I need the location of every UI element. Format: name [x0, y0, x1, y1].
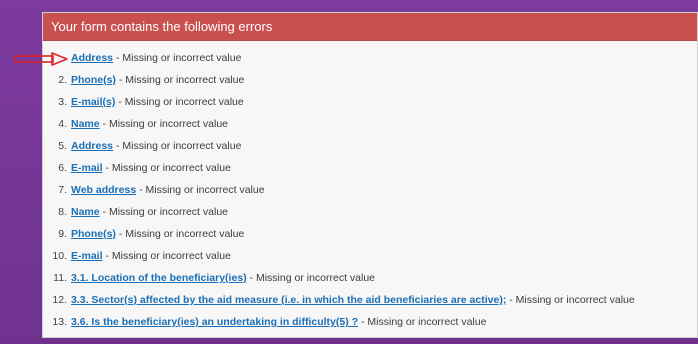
error-field-link[interactable]: Phone(s) — [71, 228, 116, 240]
list-item: 8. Name - Missing or incorrect value — [43, 203, 228, 221]
separator: - — [105, 162, 109, 174]
error-field-link[interactable]: Name — [71, 206, 100, 218]
error-message: Missing or incorrect value — [367, 316, 487, 328]
separator: - — [360, 316, 365, 328]
item-number: 11. — [53, 272, 67, 284]
separator: - — [102, 118, 107, 130]
separator: - — [139, 184, 143, 196]
error-message: Missing or incorrect value — [108, 206, 228, 218]
separator: - — [115, 52, 120, 64]
list-item: 7. Web address - Missing or incorrect val… — [43, 181, 265, 199]
error-message: Missing or incorrect value — [122, 52, 242, 64]
list-item: 3. E-mail(s) - Missing or incorrect value — [43, 93, 244, 111]
item-number: 13. — [52, 316, 67, 328]
error-field-link[interactable]: 3.6. Is the beneficiary(ies) an undertak… — [71, 316, 358, 328]
error-message: Missing or incorrect value — [108, 118, 228, 130]
error-field-link[interactable]: E-mail(s) — [71, 96, 115, 108]
error-message: Missing or incorrect value — [145, 184, 265, 196]
error-message: Missing or incorrect value — [122, 140, 242, 152]
item-number: 3. — [58, 96, 67, 108]
list-item: 2. Phone(s) - Missing or incorrect value — [43, 71, 244, 89]
error-summary-panel: Your form contains the following errors … — [42, 12, 698, 338]
separator: - — [118, 228, 123, 240]
background-frame: Your form contains the following errors … — [0, 0, 698, 344]
item-number: 8. — [58, 206, 67, 218]
error-field-link[interactable]: E-mail — [71, 250, 103, 262]
error-message: Missing or incorrect value — [255, 272, 376, 284]
list-item: 5. Address - Missing or incorrect value — [43, 137, 241, 155]
error-message: Missing or incorrect value — [125, 228, 245, 240]
error-message: Missing or incorrect value — [111, 162, 231, 174]
error-field-link[interactable]: E-mail — [71, 162, 103, 174]
list-item: 10. E-mail - Missing or incorrect value — [43, 247, 231, 265]
item-number: 5. — [58, 140, 67, 152]
error-field-link[interactable]: Address — [71, 52, 113, 64]
list-item: Address - Missing or incorrect value — [43, 49, 241, 67]
list-item: 4. Name - Missing or incorrect value — [43, 115, 228, 133]
list-item: 12. 3.3. Sector(s) affected by the aid me… — [43, 291, 635, 309]
item-number: 9. — [58, 228, 67, 240]
list-item: 9. Phone(s) - Missing or incorrect value — [43, 225, 244, 243]
item-number: 4. — [58, 118, 67, 130]
item-number: 7. — [58, 184, 67, 196]
separator: - — [509, 294, 513, 306]
separator: - — [115, 140, 120, 152]
list-item: 13. 3.6. Is the beneficiary(ies) an under… — [43, 313, 486, 331]
error-message: Missing or incorrect value — [515, 294, 635, 306]
item-number: 2. — [58, 74, 67, 86]
error-message: Missing or incorrect value — [111, 250, 231, 262]
error-field-link[interactable]: Phone(s) — [71, 74, 116, 86]
error-message: Missing or incorrect value — [124, 96, 244, 108]
error-field-link[interactable]: Address — [71, 140, 113, 152]
separator: - — [105, 250, 109, 262]
item-number: 10. — [52, 250, 67, 262]
error-field-link[interactable]: 3.3. Sector(s) affected by the aid measu… — [71, 294, 506, 306]
item-number: 6. — [58, 162, 67, 174]
red-arrow-icon — [14, 52, 68, 66]
separator: - — [118, 74, 123, 86]
error-field-link[interactable]: 3.1. Location of the beneficiary(ies) — [71, 272, 247, 284]
separator: - — [102, 206, 107, 218]
item-number: 12. — [52, 294, 67, 306]
separator: - — [249, 272, 254, 284]
list-item: 11. 3.1. Location of the beneficiary(ies)… — [43, 269, 375, 287]
error-summary-title: Your form contains the following errors — [43, 13, 697, 41]
error-field-link[interactable]: Web address — [71, 184, 136, 196]
separator: - — [118, 96, 122, 108]
list-item: 6. E-mail - Missing or incorrect value — [43, 159, 231, 177]
error-message: Missing or incorrect value — [125, 74, 245, 86]
error-field-link[interactable]: Name — [71, 118, 100, 130]
